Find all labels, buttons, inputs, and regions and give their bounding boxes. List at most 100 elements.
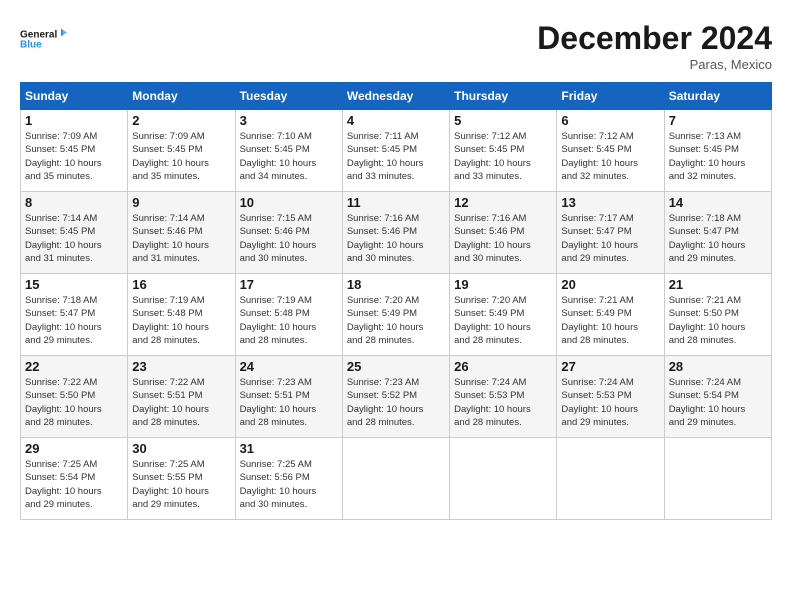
day-info: Sunrise: 7:16 AM Sunset: 5:46 PM Dayligh… bbox=[347, 212, 445, 265]
day-info: Sunrise: 7:14 AM Sunset: 5:46 PM Dayligh… bbox=[132, 212, 230, 265]
day-info: Sunrise: 7:09 AM Sunset: 5:45 PM Dayligh… bbox=[25, 130, 123, 183]
calendar-week-5: 29 Sunrise: 7:25 AM Sunset: 5:54 PM Dayl… bbox=[21, 438, 772, 520]
header-row: Sunday Monday Tuesday Wednesday Thursday… bbox=[21, 83, 772, 110]
day-info: Sunrise: 7:24 AM Sunset: 5:53 PM Dayligh… bbox=[561, 376, 659, 429]
calendar-week-1: 1 Sunrise: 7:09 AM Sunset: 5:45 PM Dayli… bbox=[21, 110, 772, 192]
location: Paras, Mexico bbox=[537, 57, 772, 72]
day-number: 16 bbox=[132, 277, 230, 292]
logo: General Blue bbox=[20, 20, 70, 60]
day-info: Sunrise: 7:19 AM Sunset: 5:48 PM Dayligh… bbox=[132, 294, 230, 347]
calendar-cell: 14 Sunrise: 7:18 AM Sunset: 5:47 PM Dayl… bbox=[664, 192, 771, 274]
day-info: Sunrise: 7:10 AM Sunset: 5:45 PM Dayligh… bbox=[240, 130, 338, 183]
calendar-cell: 18 Sunrise: 7:20 AM Sunset: 5:49 PM Dayl… bbox=[342, 274, 449, 356]
day-info: Sunrise: 7:19 AM Sunset: 5:48 PM Dayligh… bbox=[240, 294, 338, 347]
day-info: Sunrise: 7:24 AM Sunset: 5:53 PM Dayligh… bbox=[454, 376, 552, 429]
day-info: Sunrise: 7:13 AM Sunset: 5:45 PM Dayligh… bbox=[669, 130, 767, 183]
month-title: December 2024 bbox=[537, 20, 772, 57]
day-info: Sunrise: 7:11 AM Sunset: 5:45 PM Dayligh… bbox=[347, 130, 445, 183]
page: General Blue December 2024 Paras, Mexico… bbox=[0, 0, 792, 612]
col-monday: Monday bbox=[128, 83, 235, 110]
calendar-cell: 2 Sunrise: 7:09 AM Sunset: 5:45 PM Dayli… bbox=[128, 110, 235, 192]
day-info: Sunrise: 7:24 AM Sunset: 5:54 PM Dayligh… bbox=[669, 376, 767, 429]
calendar-cell: 5 Sunrise: 7:12 AM Sunset: 5:45 PM Dayli… bbox=[450, 110, 557, 192]
day-info: Sunrise: 7:17 AM Sunset: 5:47 PM Dayligh… bbox=[561, 212, 659, 265]
day-number: 22 bbox=[25, 359, 123, 374]
calendar-cell: 4 Sunrise: 7:11 AM Sunset: 5:45 PM Dayli… bbox=[342, 110, 449, 192]
day-number: 5 bbox=[454, 113, 552, 128]
calendar-cell: 17 Sunrise: 7:19 AM Sunset: 5:48 PM Dayl… bbox=[235, 274, 342, 356]
day-info: Sunrise: 7:20 AM Sunset: 5:49 PM Dayligh… bbox=[454, 294, 552, 347]
day-number: 3 bbox=[240, 113, 338, 128]
day-info: Sunrise: 7:22 AM Sunset: 5:51 PM Dayligh… bbox=[132, 376, 230, 429]
day-number: 29 bbox=[25, 441, 123, 456]
day-info: Sunrise: 7:23 AM Sunset: 5:52 PM Dayligh… bbox=[347, 376, 445, 429]
day-info: Sunrise: 7:25 AM Sunset: 5:55 PM Dayligh… bbox=[132, 458, 230, 511]
svg-text:Blue: Blue bbox=[20, 40, 42, 51]
calendar-cell: 10 Sunrise: 7:15 AM Sunset: 5:46 PM Dayl… bbox=[235, 192, 342, 274]
day-number: 28 bbox=[669, 359, 767, 374]
calendar-cell: 27 Sunrise: 7:24 AM Sunset: 5:53 PM Dayl… bbox=[557, 356, 664, 438]
calendar-cell: 22 Sunrise: 7:22 AM Sunset: 5:50 PM Dayl… bbox=[21, 356, 128, 438]
day-number: 30 bbox=[132, 441, 230, 456]
calendar-cell bbox=[557, 438, 664, 520]
calendar-cell: 29 Sunrise: 7:25 AM Sunset: 5:54 PM Dayl… bbox=[21, 438, 128, 520]
day-info: Sunrise: 7:25 AM Sunset: 5:56 PM Dayligh… bbox=[240, 458, 338, 511]
calendar-cell: 26 Sunrise: 7:24 AM Sunset: 5:53 PM Dayl… bbox=[450, 356, 557, 438]
calendar-week-3: 15 Sunrise: 7:18 AM Sunset: 5:47 PM Dayl… bbox=[21, 274, 772, 356]
calendar-cell: 7 Sunrise: 7:13 AM Sunset: 5:45 PM Dayli… bbox=[664, 110, 771, 192]
col-wednesday: Wednesday bbox=[342, 83, 449, 110]
logo-svg: General Blue bbox=[20, 20, 70, 60]
calendar-cell: 21 Sunrise: 7:21 AM Sunset: 5:50 PM Dayl… bbox=[664, 274, 771, 356]
day-number: 18 bbox=[347, 277, 445, 292]
header: General Blue December 2024 Paras, Mexico bbox=[20, 20, 772, 72]
day-info: Sunrise: 7:12 AM Sunset: 5:45 PM Dayligh… bbox=[454, 130, 552, 183]
calendar-cell: 3 Sunrise: 7:10 AM Sunset: 5:45 PM Dayli… bbox=[235, 110, 342, 192]
day-number: 14 bbox=[669, 195, 767, 210]
day-number: 23 bbox=[132, 359, 230, 374]
calendar-cell: 6 Sunrise: 7:12 AM Sunset: 5:45 PM Dayli… bbox=[557, 110, 664, 192]
day-info: Sunrise: 7:12 AM Sunset: 5:45 PM Dayligh… bbox=[561, 130, 659, 183]
day-info: Sunrise: 7:18 AM Sunset: 5:47 PM Dayligh… bbox=[669, 212, 767, 265]
day-info: Sunrise: 7:22 AM Sunset: 5:50 PM Dayligh… bbox=[25, 376, 123, 429]
day-info: Sunrise: 7:16 AM Sunset: 5:46 PM Dayligh… bbox=[454, 212, 552, 265]
day-number: 17 bbox=[240, 277, 338, 292]
calendar-cell: 20 Sunrise: 7:21 AM Sunset: 5:49 PM Dayl… bbox=[557, 274, 664, 356]
calendar-cell: 30 Sunrise: 7:25 AM Sunset: 5:55 PM Dayl… bbox=[128, 438, 235, 520]
day-number: 10 bbox=[240, 195, 338, 210]
day-info: Sunrise: 7:23 AM Sunset: 5:51 PM Dayligh… bbox=[240, 376, 338, 429]
calendar-cell: 16 Sunrise: 7:19 AM Sunset: 5:48 PM Dayl… bbox=[128, 274, 235, 356]
day-number: 25 bbox=[347, 359, 445, 374]
day-number: 27 bbox=[561, 359, 659, 374]
day-number: 12 bbox=[454, 195, 552, 210]
calendar-cell: 15 Sunrise: 7:18 AM Sunset: 5:47 PM Dayl… bbox=[21, 274, 128, 356]
calendar-week-4: 22 Sunrise: 7:22 AM Sunset: 5:50 PM Dayl… bbox=[21, 356, 772, 438]
title-area: December 2024 Paras, Mexico bbox=[537, 20, 772, 72]
calendar-cell: 25 Sunrise: 7:23 AM Sunset: 5:52 PM Dayl… bbox=[342, 356, 449, 438]
day-number: 20 bbox=[561, 277, 659, 292]
calendar-cell bbox=[450, 438, 557, 520]
day-number: 21 bbox=[669, 277, 767, 292]
calendar-cell: 9 Sunrise: 7:14 AM Sunset: 5:46 PM Dayli… bbox=[128, 192, 235, 274]
col-sunday: Sunday bbox=[21, 83, 128, 110]
calendar-cell: 28 Sunrise: 7:24 AM Sunset: 5:54 PM Dayl… bbox=[664, 356, 771, 438]
day-number: 15 bbox=[25, 277, 123, 292]
day-number: 6 bbox=[561, 113, 659, 128]
day-number: 26 bbox=[454, 359, 552, 374]
day-number: 11 bbox=[347, 195, 445, 210]
day-info: Sunrise: 7:25 AM Sunset: 5:54 PM Dayligh… bbox=[25, 458, 123, 511]
col-tuesday: Tuesday bbox=[235, 83, 342, 110]
day-info: Sunrise: 7:21 AM Sunset: 5:49 PM Dayligh… bbox=[561, 294, 659, 347]
day-info: Sunrise: 7:15 AM Sunset: 5:46 PM Dayligh… bbox=[240, 212, 338, 265]
col-saturday: Saturday bbox=[664, 83, 771, 110]
calendar-cell: 24 Sunrise: 7:23 AM Sunset: 5:51 PM Dayl… bbox=[235, 356, 342, 438]
day-number: 1 bbox=[25, 113, 123, 128]
calendar-cell: 19 Sunrise: 7:20 AM Sunset: 5:49 PM Dayl… bbox=[450, 274, 557, 356]
calendar-cell: 13 Sunrise: 7:17 AM Sunset: 5:47 PM Dayl… bbox=[557, 192, 664, 274]
calendar-cell: 1 Sunrise: 7:09 AM Sunset: 5:45 PM Dayli… bbox=[21, 110, 128, 192]
calendar-week-2: 8 Sunrise: 7:14 AM Sunset: 5:45 PM Dayli… bbox=[21, 192, 772, 274]
day-number: 31 bbox=[240, 441, 338, 456]
col-thursday: Thursday bbox=[450, 83, 557, 110]
day-number: 7 bbox=[669, 113, 767, 128]
day-info: Sunrise: 7:21 AM Sunset: 5:50 PM Dayligh… bbox=[669, 294, 767, 347]
calendar-cell: 12 Sunrise: 7:16 AM Sunset: 5:46 PM Dayl… bbox=[450, 192, 557, 274]
